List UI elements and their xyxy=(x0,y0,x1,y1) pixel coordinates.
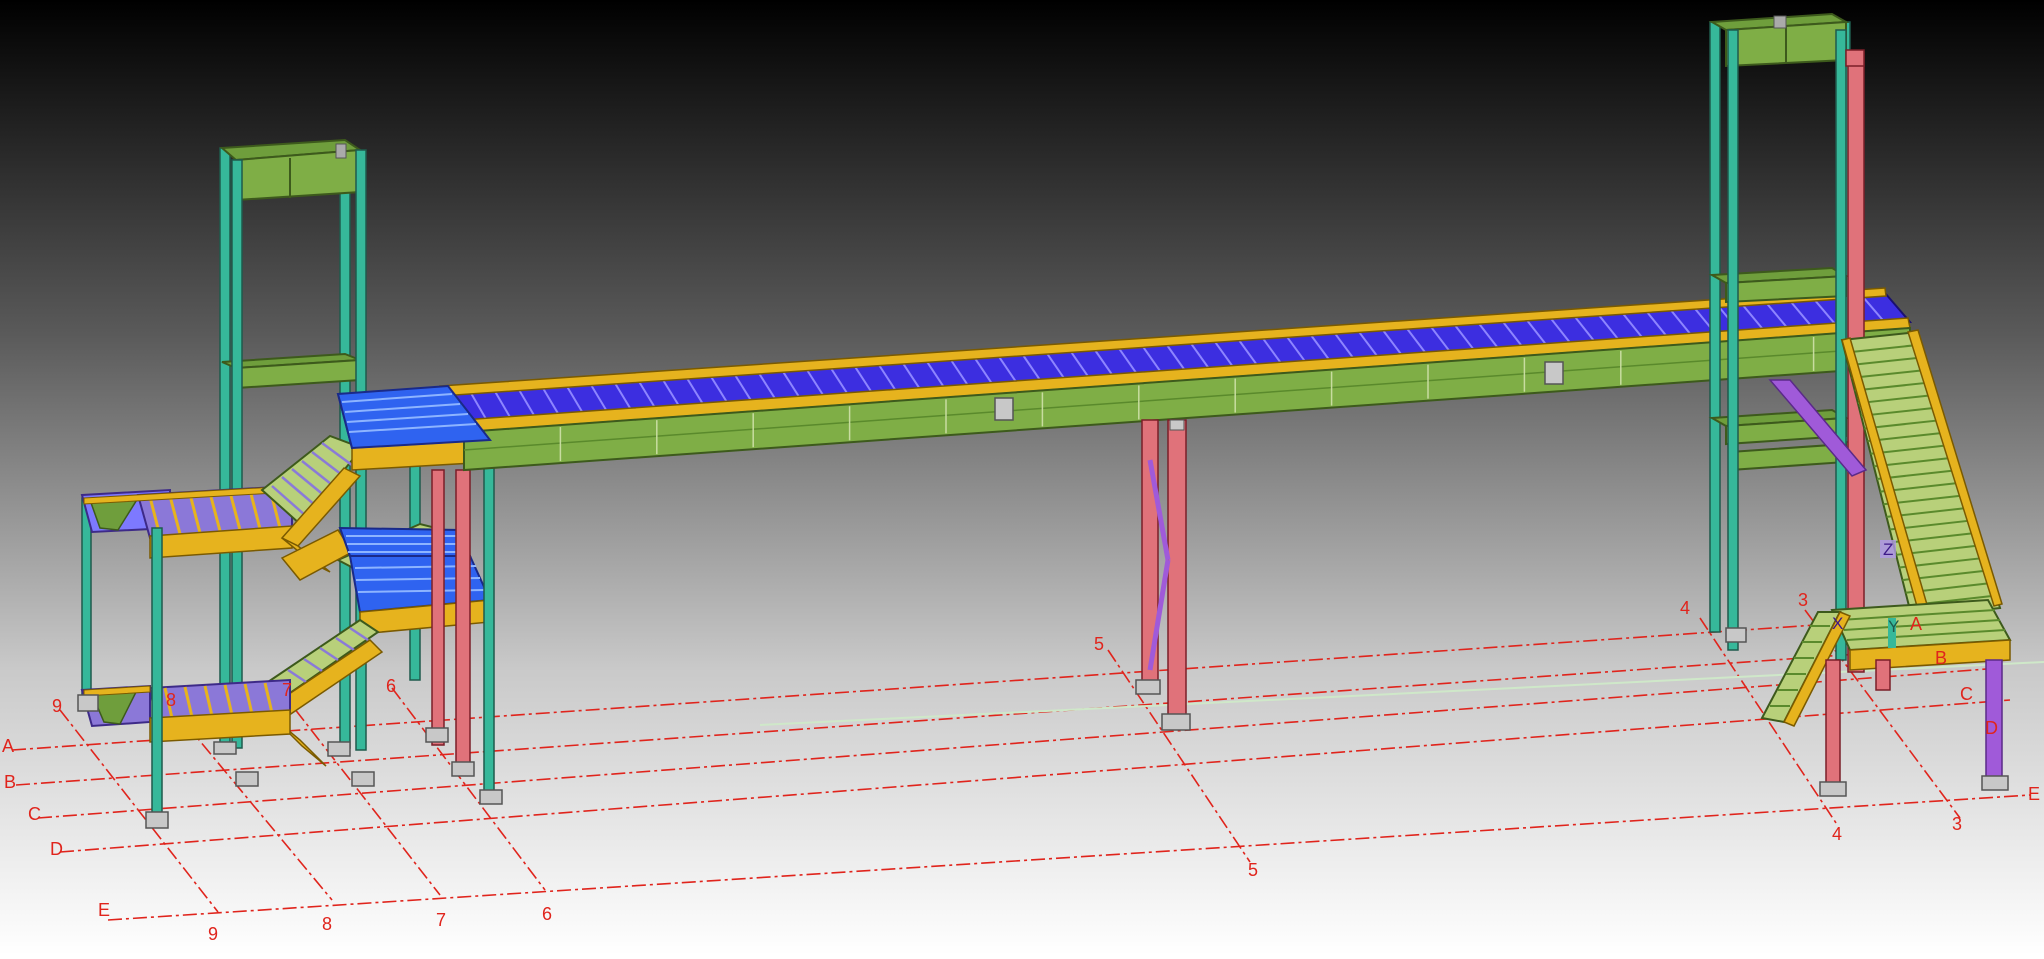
grid-label-6-top: 6 xyxy=(386,676,396,696)
grid-label-a: A xyxy=(2,736,14,756)
grid-label-7-bottom: 7 xyxy=(436,910,446,930)
grid-label-d-right: D xyxy=(1985,718,1998,738)
grid-label-e: E xyxy=(98,900,110,920)
grid-label-b-right: B xyxy=(1935,648,1947,668)
grid-label-4-top: 4 xyxy=(1680,598,1690,618)
grid-label-8-top: 8 xyxy=(166,690,176,710)
grid-label-c: C xyxy=(28,804,41,824)
structural-3d-view: Z X Y A B C D E A B C D E 9 8 7 6 5 4 3 … xyxy=(0,0,2044,955)
axis-z-label: Z xyxy=(1883,540,1893,559)
axis-x-label: X xyxy=(1832,614,1843,633)
grid-label-9-top: 9 xyxy=(52,696,62,716)
grid-label-9-bottom: 9 xyxy=(208,924,218,944)
grid-label-d: D xyxy=(50,839,63,859)
grid-label-6-bottom: 6 xyxy=(542,904,552,924)
model-viewport[interactable]: Z X Y A B C D E A B C D E 9 8 7 6 5 4 3 … xyxy=(0,0,2044,955)
splice-plate xyxy=(1544,361,1564,385)
grid-label-7-top: 7 xyxy=(282,680,292,700)
grid-label-e-right: E xyxy=(2028,784,2040,804)
axis-y-label: Y xyxy=(1888,617,1899,636)
grid-label-b: B xyxy=(4,772,16,792)
grid-label-4-bottom: 4 xyxy=(1832,824,1842,844)
grid-label-c-right: C xyxy=(1960,684,1973,704)
grid-label-8-bottom: 8 xyxy=(322,914,332,934)
grid-label-5-top: 5 xyxy=(1094,634,1104,654)
grid-label-a-right: A xyxy=(1910,614,1922,634)
splice-plate xyxy=(994,397,1014,421)
grid-label-3-top: 3 xyxy=(1798,590,1808,610)
grid-label-5-bottom: 5 xyxy=(1248,860,1258,880)
grid-label-3-bottom: 3 xyxy=(1952,814,1962,834)
